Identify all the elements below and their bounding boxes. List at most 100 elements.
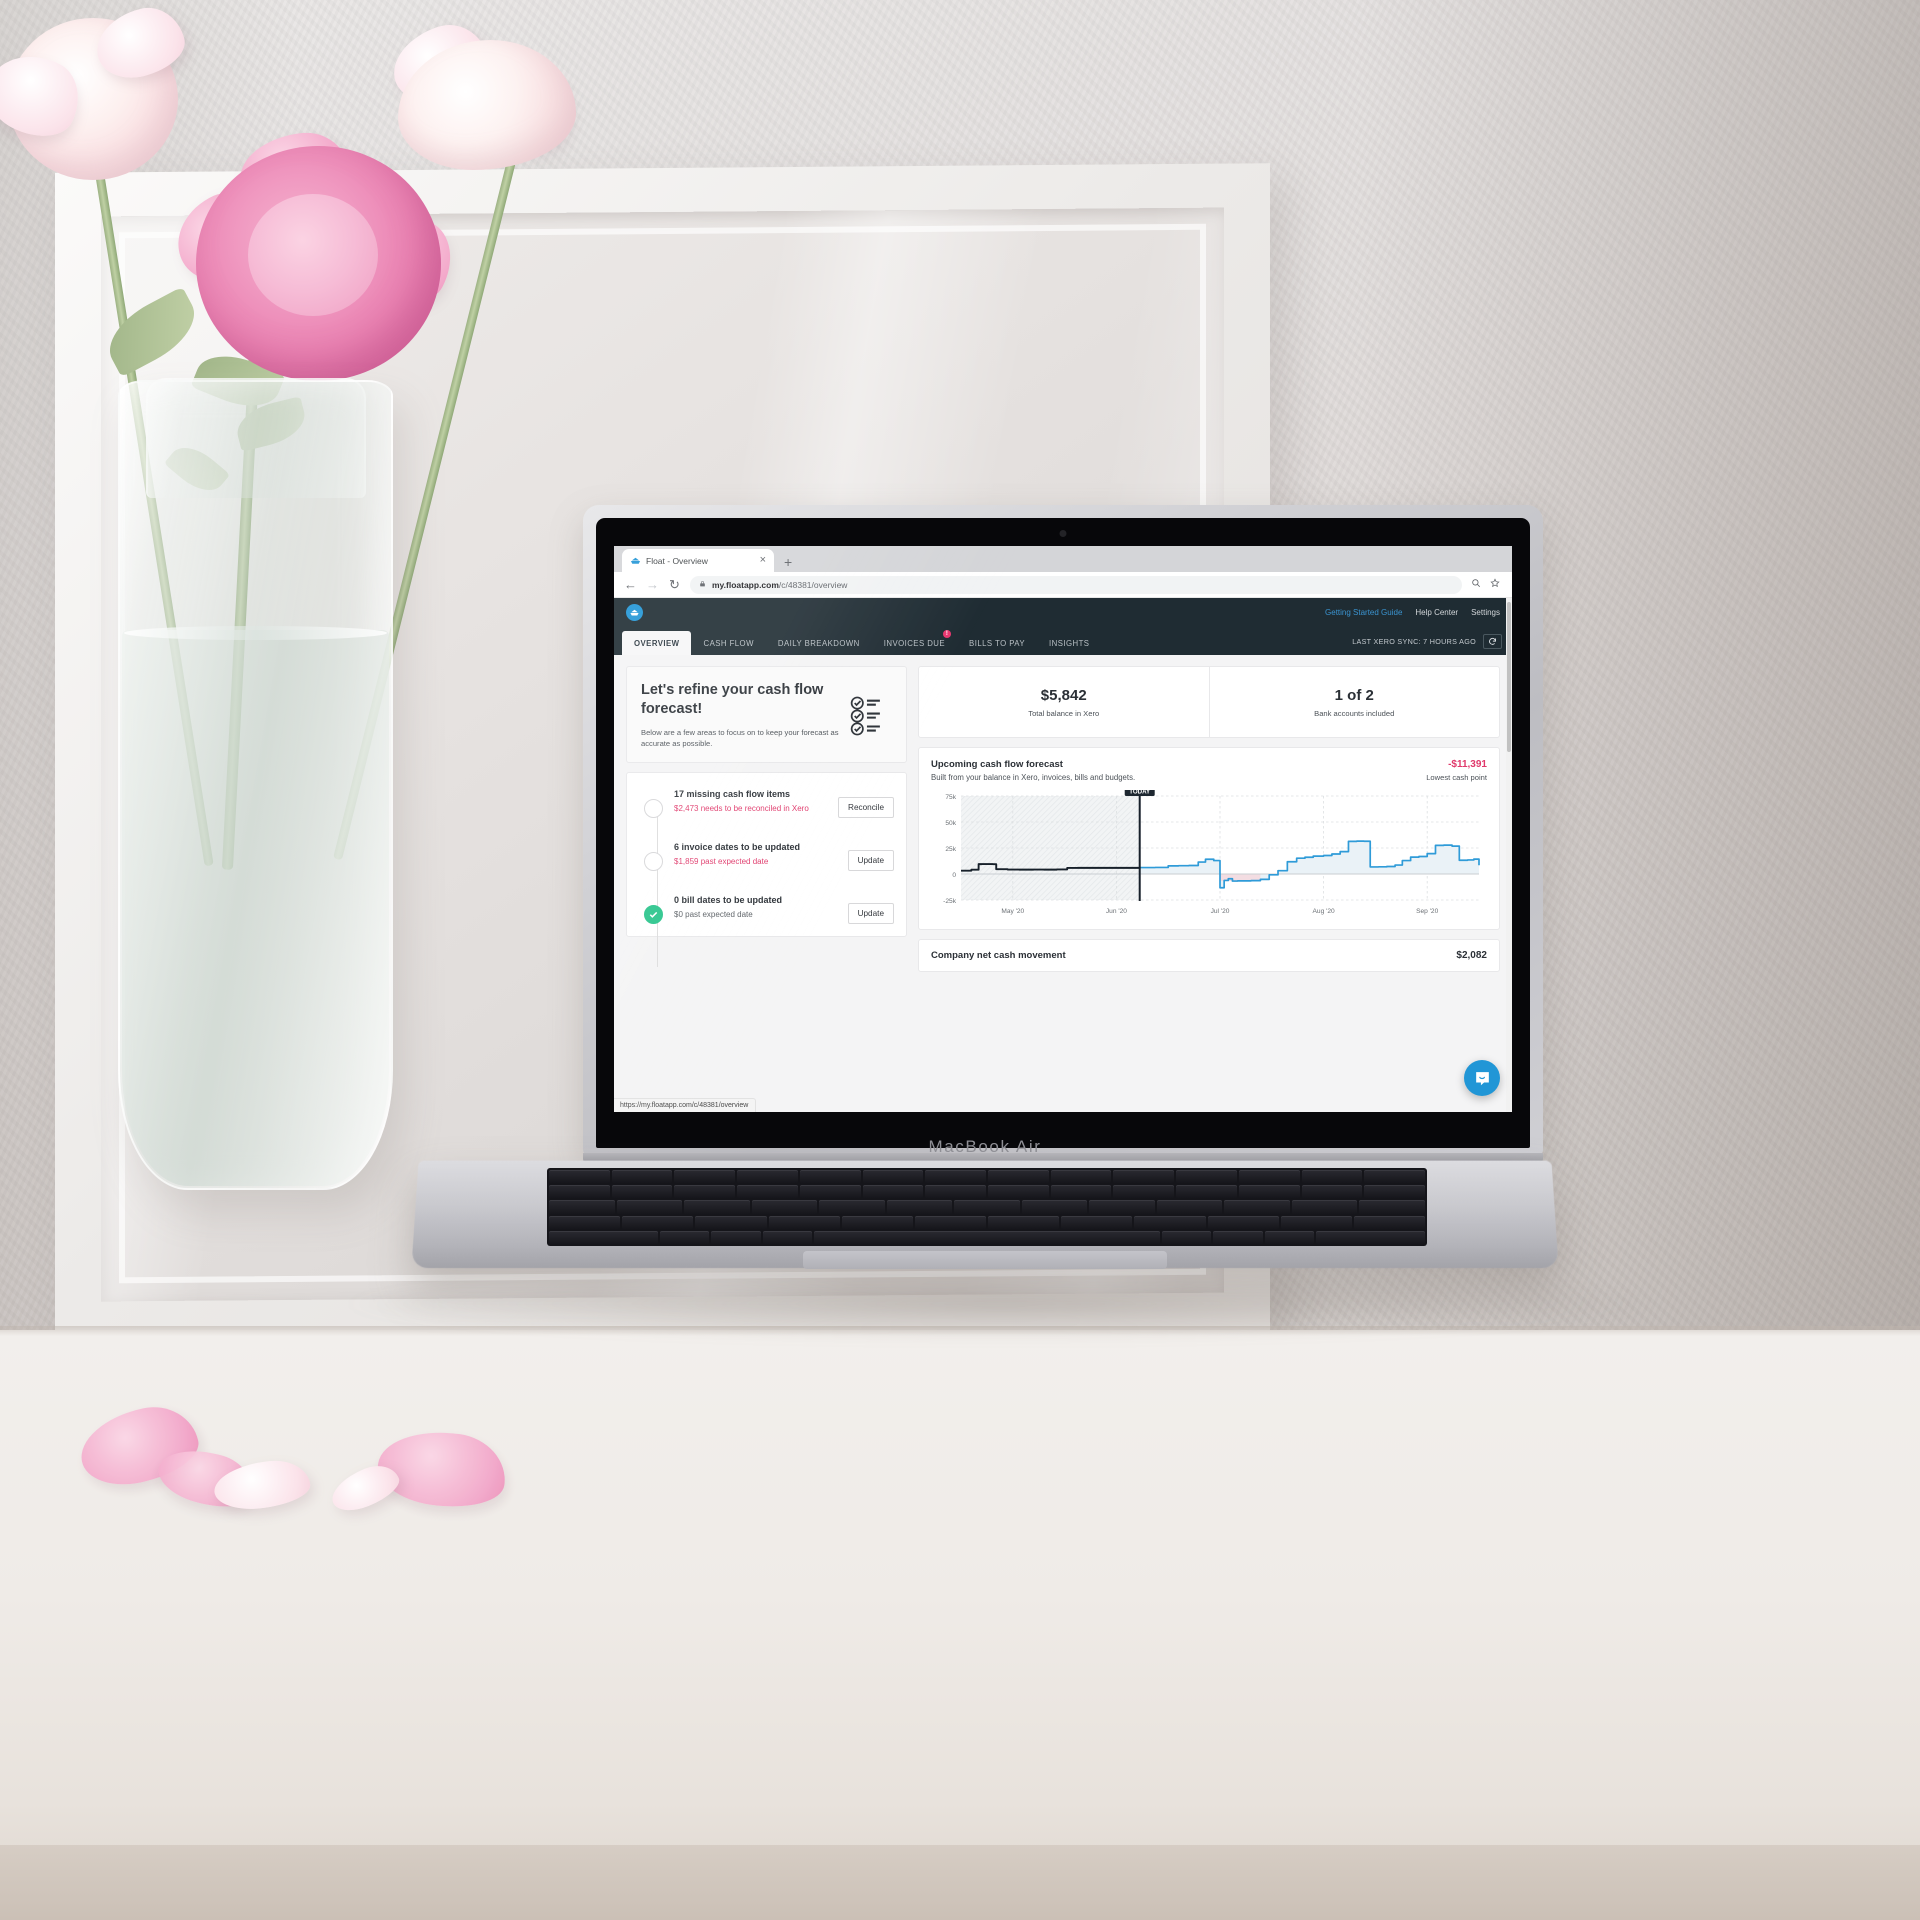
reload-icon[interactable]: ↻ bbox=[668, 578, 681, 591]
float-boat-logo[interactable] bbox=[626, 603, 643, 621]
browser-tab-active[interactable]: Float - Overview × bbox=[622, 549, 774, 572]
bookmark-star-icon[interactable] bbox=[1490, 578, 1500, 591]
keyboard-key[interactable] bbox=[549, 1185, 610, 1199]
keyboard-key[interactable] bbox=[819, 1200, 885, 1214]
keyboard-key[interactable] bbox=[1161, 1230, 1212, 1244]
keyboard-key[interactable] bbox=[1264, 1230, 1315, 1244]
keyboard-key[interactable] bbox=[914, 1215, 987, 1229]
svg-text:Aug '20: Aug '20 bbox=[1313, 908, 1335, 915]
keyboard-key[interactable] bbox=[1364, 1185, 1426, 1199]
screen-bezel: Float - Overview × + ← → ↻ my.floatapp.c… bbox=[596, 518, 1530, 1148]
keyboard-key[interactable] bbox=[1113, 1185, 1175, 1199]
keyboard-key[interactable] bbox=[1113, 1170, 1175, 1184]
link-getting-started-guide[interactable]: Getting Started Guide bbox=[1325, 608, 1402, 617]
keyboard-key[interactable] bbox=[925, 1185, 987, 1199]
chart-title: Upcoming cash flow forecast bbox=[931, 759, 1063, 770]
page-scrollbar[interactable] bbox=[1506, 598, 1512, 1112]
link-settings[interactable]: Settings bbox=[1471, 608, 1500, 617]
keyboard-key[interactable] bbox=[1176, 1185, 1237, 1199]
update-invoice-dates-button[interactable]: Update bbox=[847, 850, 894, 872]
keyboard-key[interactable] bbox=[841, 1215, 913, 1229]
keyboard-key[interactable] bbox=[611, 1170, 673, 1184]
keyboard-key[interactable] bbox=[988, 1215, 1060, 1229]
tab-bills-to-pay[interactable]: BILLS TO PAY bbox=[957, 631, 1037, 655]
browser-status-bar: https://my.floatapp.com/c/48381/overview bbox=[614, 1098, 756, 1112]
scrollbar-thumb[interactable] bbox=[1507, 602, 1511, 752]
tab-cash-flow-label: CASH FLOW bbox=[703, 638, 754, 648]
keyboard-key[interactable] bbox=[886, 1200, 953, 1214]
keyboard-key[interactable] bbox=[768, 1215, 840, 1229]
keyboard-key[interactable] bbox=[954, 1200, 1020, 1214]
keyboard-key[interactable] bbox=[1280, 1215, 1352, 1229]
keyboard-key[interactable] bbox=[674, 1170, 736, 1184]
keyboard-key[interactable] bbox=[1050, 1185, 1112, 1199]
keyboard-key[interactable] bbox=[549, 1170, 610, 1184]
keyboard-key[interactable] bbox=[549, 1230, 658, 1244]
keyboard-key[interactable] bbox=[799, 1170, 861, 1184]
keyboard-key[interactable] bbox=[1359, 1200, 1425, 1214]
tab-cash-flow[interactable]: CASH FLOW bbox=[691, 631, 765, 655]
keyboard-key[interactable] bbox=[1050, 1170, 1112, 1184]
forecast-chart[interactable]: 75k 50k 25k 0 -25k May '20 Jun '20 Jul '20 Aug '… bbox=[931, 786, 1487, 921]
chart-svg: 75k 50k 25k 0 -25k May '20 Jun '20 Jul '20 Aug '… bbox=[943, 786, 1480, 915]
keyboard-key[interactable] bbox=[862, 1185, 924, 1199]
close-icon[interactable]: × bbox=[760, 555, 766, 566]
svg-text:Jun '20: Jun '20 bbox=[1106, 908, 1127, 915]
keyboard-key[interactable] bbox=[659, 1230, 710, 1244]
keyboard-key[interactable] bbox=[1316, 1230, 1425, 1244]
new-tab-button[interactable]: + bbox=[784, 555, 792, 569]
keyboard-key[interactable] bbox=[611, 1185, 673, 1199]
address-bar[interactable]: my.floatapp.com/c/48381/overview bbox=[690, 575, 1462, 594]
keyboard-key[interactable] bbox=[1224, 1200, 1290, 1214]
update-bill-dates-button[interactable]: Update bbox=[847, 903, 894, 925]
keyboard-key[interactable] bbox=[622, 1215, 694, 1229]
tab-insights[interactable]: INSIGHTS bbox=[1037, 631, 1101, 655]
keyboard-key[interactable] bbox=[711, 1230, 761, 1244]
keyboard-key[interactable] bbox=[616, 1200, 683, 1214]
keyboard-key[interactable] bbox=[1134, 1215, 1206, 1229]
keyboard-key[interactable] bbox=[862, 1170, 924, 1184]
macbook-air-laptop: Float - Overview × + ← → ↻ my.floatapp.c… bbox=[411, 505, 1559, 1325]
keyboard-key[interactable] bbox=[1238, 1185, 1300, 1199]
keyboard-key[interactable] bbox=[1176, 1170, 1237, 1184]
keyboard-key[interactable] bbox=[549, 1200, 615, 1214]
keyboard-key[interactable] bbox=[1301, 1170, 1363, 1184]
keyboard-key[interactable] bbox=[762, 1230, 812, 1244]
zoom-icon[interactable] bbox=[1471, 578, 1481, 591]
keyboard-key[interactable] bbox=[1213, 1230, 1263, 1244]
keyboard-key[interactable] bbox=[549, 1215, 621, 1229]
keyboard-key[interactable] bbox=[925, 1170, 987, 1184]
keyboard-key[interactable] bbox=[684, 1200, 750, 1214]
refresh-sync-button[interactable] bbox=[1483, 634, 1502, 649]
task-title: 0 bill dates to be updated bbox=[674, 895, 783, 906]
keyboard-key[interactable] bbox=[1353, 1215, 1426, 1229]
tab-invoices-due[interactable]: INVOICES DUE ! bbox=[872, 630, 957, 655]
keyboard-key[interactable] bbox=[1089, 1200, 1155, 1214]
keyboard-key[interactable] bbox=[1238, 1170, 1300, 1184]
keyboard-key[interactable] bbox=[1156, 1200, 1223, 1214]
back-icon[interactable]: ← bbox=[624, 578, 637, 591]
keyboard-key[interactable] bbox=[1061, 1215, 1133, 1229]
laptop-lid: Float - Overview × + ← → ↻ my.floatapp.c… bbox=[583, 505, 1543, 1155]
tab-daily-breakdown[interactable]: DAILY BREAKDOWN bbox=[766, 631, 872, 655]
keyboard-key[interactable] bbox=[1291, 1200, 1358, 1214]
keyboard-key[interactable] bbox=[1207, 1215, 1279, 1229]
forward-icon[interactable]: → bbox=[646, 578, 659, 591]
tab-overview[interactable]: OVERVIEW bbox=[622, 631, 692, 655]
keyboard-key[interactable] bbox=[988, 1185, 1049, 1199]
keyboard-key[interactable] bbox=[814, 1230, 1160, 1244]
keyboard-key[interactable] bbox=[1021, 1200, 1088, 1214]
keyboard-key[interactable] bbox=[695, 1215, 767, 1229]
keyboard-row bbox=[549, 1230, 1425, 1244]
keyboard-key[interactable] bbox=[1301, 1185, 1363, 1199]
keyboard-key[interactable] bbox=[737, 1170, 798, 1184]
keyboard-key[interactable] bbox=[799, 1185, 861, 1199]
reconcile-button[interactable]: Reconcile bbox=[838, 797, 894, 819]
keyboard-key[interactable] bbox=[751, 1200, 818, 1214]
keyboard-key[interactable] bbox=[674, 1185, 736, 1199]
keyboard-key[interactable] bbox=[1364, 1170, 1426, 1184]
link-help-center[interactable]: Help Center bbox=[1415, 608, 1458, 617]
keyboard-key[interactable] bbox=[737, 1185, 798, 1199]
keyboard-key[interactable] bbox=[988, 1170, 1049, 1184]
intercom-chat-button[interactable] bbox=[1464, 1060, 1500, 1096]
